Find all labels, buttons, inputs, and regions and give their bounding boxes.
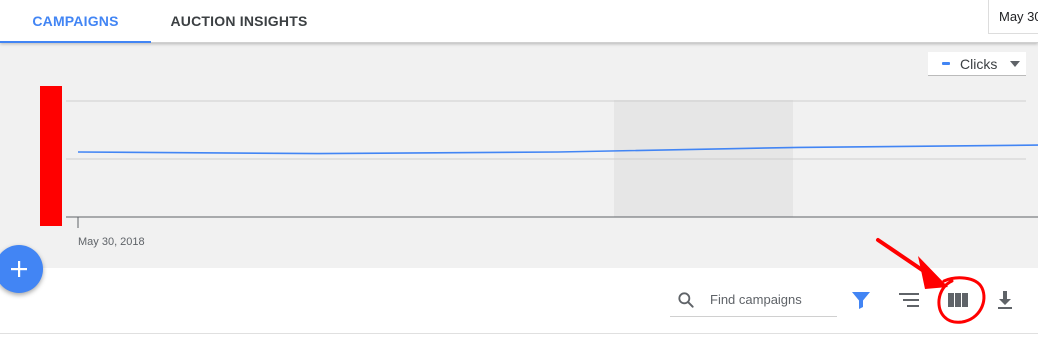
metric-selector[interactable]: Clicks xyxy=(928,52,1026,76)
series-color-swatch xyxy=(942,62,950,65)
chart-x-axis-label: May 30, 2018 xyxy=(78,236,145,248)
date-range-picker[interactable]: May 30 xyxy=(988,0,1038,34)
add-campaign-button[interactable] xyxy=(0,245,43,293)
add-icon xyxy=(11,261,27,277)
metric-selector-label: Clicks xyxy=(960,55,998,72)
search-input[interactable] xyxy=(710,292,832,307)
series-line-clicks xyxy=(77,144,1038,155)
columns-icon[interactable] xyxy=(946,288,970,312)
dropdown-caret-icon xyxy=(1010,61,1020,67)
download-icon[interactable] xyxy=(993,288,1017,312)
tab-campaigns[interactable]: CAMPAIGNS xyxy=(0,0,151,43)
toolbar-divider xyxy=(0,333,1038,334)
search-campaigns[interactable] xyxy=(670,284,837,317)
tab-auction-insights[interactable]: AUCTION INSIGHTS xyxy=(151,0,327,42)
top-tab-bar: CAMPAIGNS AUCTION INSIGHTS May 30 xyxy=(0,0,1038,43)
search-icon xyxy=(678,292,694,308)
segment-icon[interactable] xyxy=(897,288,921,312)
red-annotation-bar xyxy=(40,86,62,226)
filter-icon[interactable] xyxy=(849,288,873,312)
